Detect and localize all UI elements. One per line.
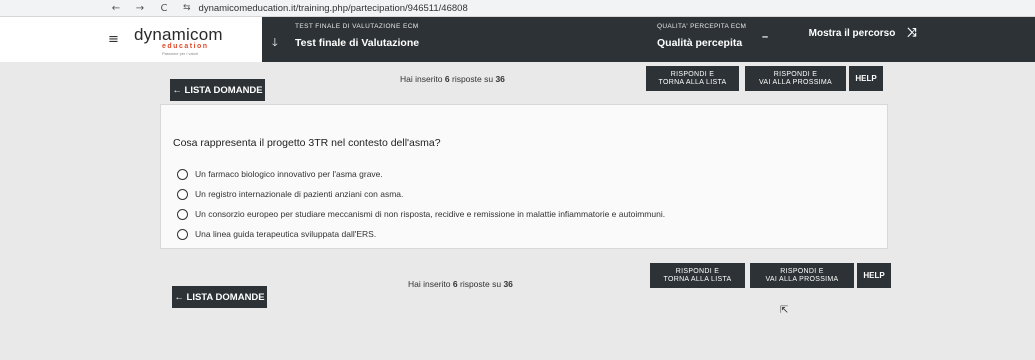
back-arrow-icon[interactable]: ← bbox=[107, 3, 125, 14]
progress-mid: risposte su bbox=[449, 74, 496, 84]
answer-return-list-button[interactable]: RISPONDI E TORNA ALLA LISTA bbox=[650, 263, 745, 288]
next-section-kicker: QUALITA' PERCEPITA ECM bbox=[657, 23, 747, 30]
radio-button[interactable] bbox=[177, 228, 188, 240]
question-list-button[interactable]: ← LISTA DOMANDE bbox=[170, 79, 265, 101]
question-card: Cosa rappresenta il progetto 3TR nel con… bbox=[160, 104, 888, 249]
reload-icon[interactable]: C bbox=[155, 3, 173, 14]
progress-mid: risposte su bbox=[457, 279, 504, 289]
answer-option-label[interactable]: Un farmaco biologico innovativo per l'as… bbox=[195, 169, 383, 179]
answer-option[interactable]: Un registro internazionale di pazienti a… bbox=[177, 184, 665, 204]
radio-button[interactable] bbox=[177, 188, 188, 200]
question-list-button[interactable]: ← LISTA DOMANDE bbox=[172, 286, 267, 308]
answer-next-line2: VAI ALLA PROSSIMA bbox=[758, 78, 833, 86]
help-button[interactable]: HELP bbox=[857, 263, 891, 288]
logo[interactable]: dynamicom education Passione per i valor… bbox=[134, 26, 244, 56]
answer-next-line1: RISPONDI E bbox=[773, 71, 818, 78]
show-course-button[interactable]: Mostra il percorso bbox=[787, 21, 917, 46]
progress-text: Hai inserito 6 risposte su 36 bbox=[400, 74, 505, 84]
progress-total: 36 bbox=[495, 74, 505, 84]
answer-list-line2: TORNA ALLA LISTA bbox=[663, 275, 732, 283]
mouse-cursor-icon: ⇱ bbox=[780, 305, 789, 316]
forward-arrow-icon[interactable]: → bbox=[131, 3, 149, 14]
answer-option-label[interactable]: Un consorzio europeo per studiare meccan… bbox=[195, 209, 665, 219]
site-info-icon[interactable]: ⇆ bbox=[183, 3, 191, 13]
help-button[interactable]: HELP bbox=[849, 66, 883, 91]
answer-next-line2: VAI ALLA PROSSIMA bbox=[765, 275, 839, 283]
course-header-bar: 🡓 TEST FINALE DI VALUTAZIONE ECM Test fi… bbox=[262, 17, 1035, 62]
logo-main-text: dynamicom bbox=[134, 25, 223, 44]
answer-next-button[interactable]: RISPONDI E VAI ALLA PROSSIMA bbox=[750, 263, 854, 288]
download-icon[interactable]: 🡓 bbox=[272, 34, 278, 53]
answer-option[interactable]: Una linea guida terapeutica sviluppata d… bbox=[177, 224, 665, 244]
progress-prefix: Hai inserito bbox=[400, 74, 445, 84]
next-section-title[interactable]: Qualità percepita bbox=[657, 37, 742, 49]
answer-return-list-button[interactable]: RISPONDI E TORNA ALLA LISTA bbox=[646, 66, 739, 91]
radio-button[interactable] bbox=[177, 168, 188, 180]
answer-options: Un farmaco biologico innovativo per l'as… bbox=[177, 164, 665, 244]
action-row-bottom: ← LISTA DOMANDE Hai inserito 6 risposte … bbox=[0, 260, 1035, 308]
logo-tagline: Passione per i valori bbox=[162, 51, 199, 56]
answer-list-line1: RISPONDI E bbox=[675, 268, 720, 275]
progress-prefix: Hai inserito bbox=[408, 279, 453, 289]
answer-option-label[interactable]: Una linea guida terapeutica sviluppata d… bbox=[195, 229, 376, 239]
browser-toolbar: ← → C ⇆ dynamicomeducation.it/training.p… bbox=[0, 0, 1035, 17]
radio-button[interactable] bbox=[177, 208, 188, 220]
menu-icon[interactable]: ≡ bbox=[108, 32, 119, 47]
site-header: ≡ dynamicom education Passione per i val… bbox=[0, 17, 1035, 62]
logo-sub-text: education bbox=[162, 43, 209, 50]
answer-list-line2: TORNA ALLA LISTA bbox=[658, 78, 727, 86]
answer-next-line1: RISPONDI E bbox=[780, 268, 824, 275]
progress-total: 36 bbox=[503, 279, 513, 289]
action-row-top: ← LISTA DOMANDE Hai inserito 6 risposte … bbox=[0, 62, 1035, 101]
answer-list-line1: RISPONDI E bbox=[670, 71, 715, 78]
shuffle-icon[interactable]: ⤨ bbox=[907, 25, 917, 40]
question-text: Cosa rappresenta il progetto 3TR nel con… bbox=[173, 137, 441, 149]
section-kicker: TEST FINALE DI VALUTAZIONE ECM bbox=[295, 23, 419, 30]
answer-next-button[interactable]: RISPONDI E VAI ALLA PROSSIMA bbox=[745, 66, 846, 91]
answer-option-label[interactable]: Un registro internazionale di pazienti a… bbox=[195, 189, 403, 199]
dash-separator: – bbox=[762, 31, 769, 43]
progress-text: Hai inserito 6 risposte su 36 bbox=[408, 279, 513, 289]
address-bar[interactable]: dynamicomeducation.it/training.php/parte… bbox=[199, 3, 468, 14]
section-title: Test finale di Valutazione bbox=[295, 37, 420, 49]
answer-option[interactable]: Un farmaco biologico innovativo per l'as… bbox=[177, 164, 665, 184]
answer-option[interactable]: Un consorzio europeo per studiare meccan… bbox=[177, 204, 665, 224]
